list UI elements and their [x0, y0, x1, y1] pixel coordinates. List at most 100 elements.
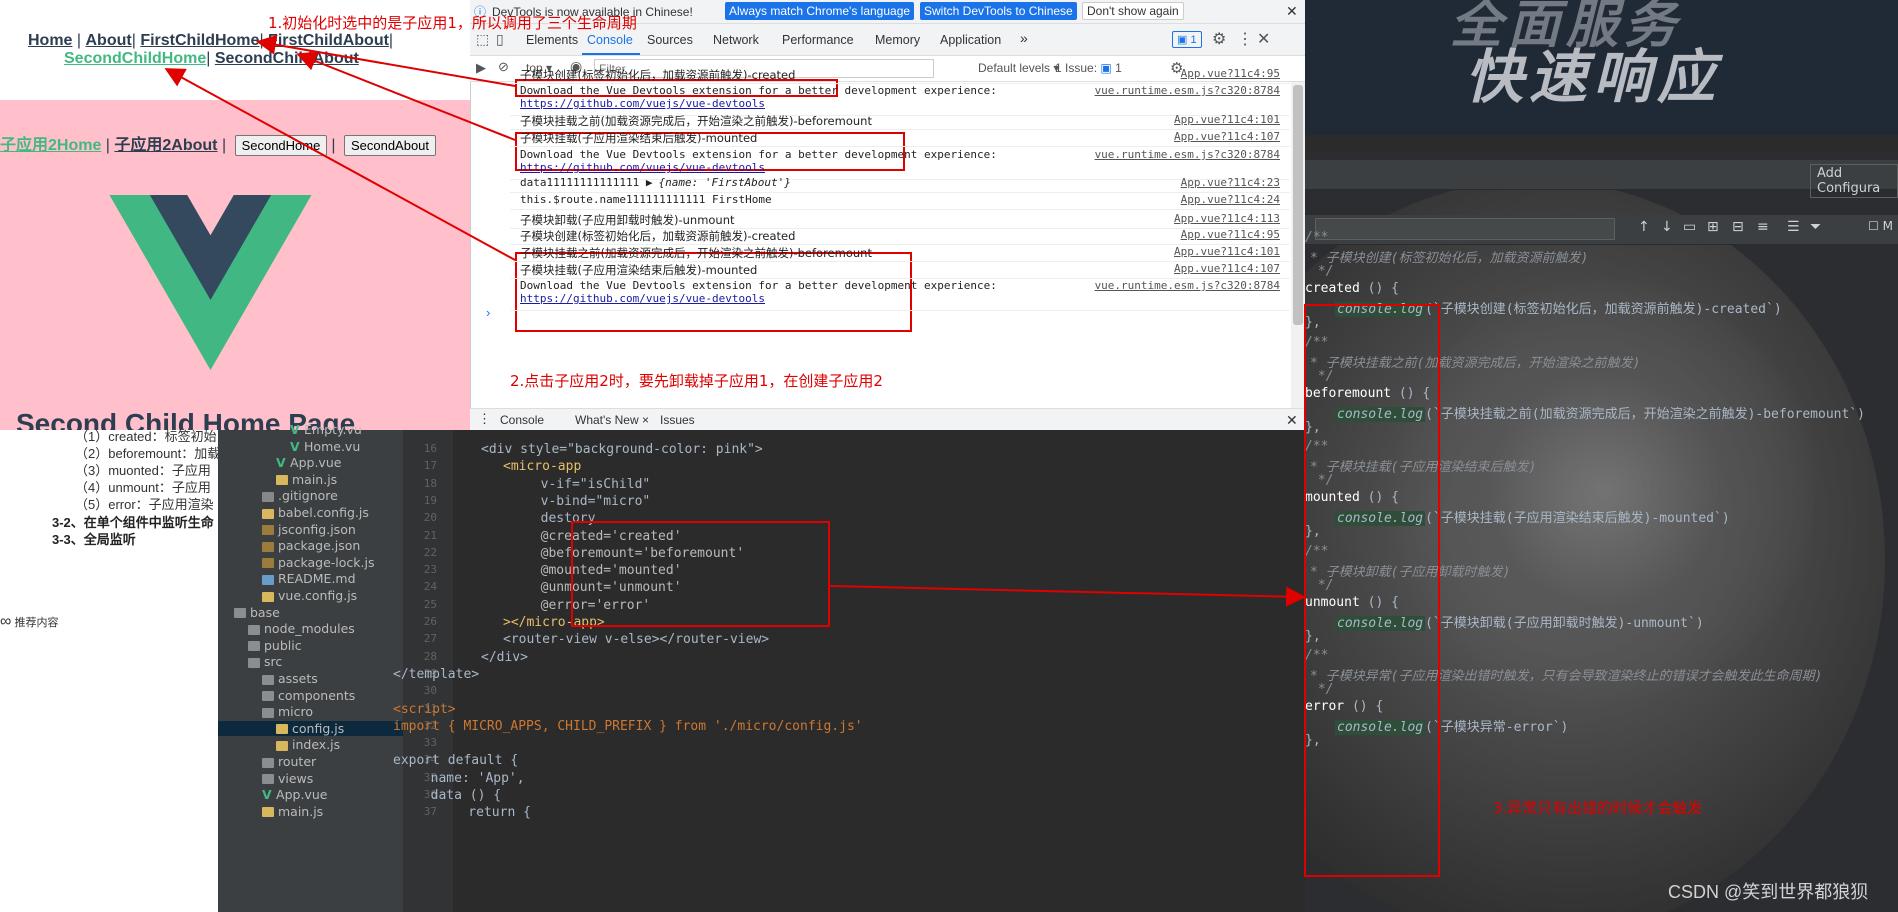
- project-tree-item[interactable]: .gitignore: [262, 488, 338, 503]
- project-tree-item[interactable]: babel.config.js: [262, 505, 369, 520]
- switch-to-chinese-button[interactable]: Switch DevTools to Chinese: [920, 2, 1077, 20]
- nav-about-link[interactable]: About: [86, 32, 132, 49]
- console-log-object[interactable]: {name: 'FirstAbout'}: [658, 176, 790, 189]
- console-log-link[interactable]: https://github.com/vuejs/vue-devtools: [520, 161, 765, 174]
- match-case-checkbox[interactable]: ☐ M: [1868, 219, 1893, 233]
- select-all-icon[interactable]: ▭: [1683, 219, 1696, 235]
- console-log-source-link[interactable]: App.vue?11c4:95: [1181, 67, 1280, 80]
- tab-performance[interactable]: Performance: [782, 33, 854, 47]
- console-log-row[interactable]: this.$route.name111111111111 FirstHome: [520, 193, 772, 206]
- messages-badge[interactable]: ▣ 1: [1172, 31, 1202, 48]
- code-line[interactable]: </div>: [481, 650, 528, 665]
- second-about-button[interactable]: SecondAbout: [343, 135, 437, 156]
- outline-item-error[interactable]: （5）error：子应用渲染: [75, 494, 214, 513]
- code-line[interactable]: <router-view v-else></router-view>: [503, 632, 769, 647]
- arrow-up-icon[interactable]: ↑: [1638, 219, 1650, 235]
- drawer-tab-whats-new[interactable]: What's New ×: [575, 413, 649, 427]
- code-line[interactable]: <div style="background-color: pink">: [481, 442, 763, 457]
- code-line[interactable]: v-bind="micro": [525, 494, 651, 509]
- console-log-row[interactable]: 子模块创建(标签初始化后，加载资源前触发)-created: [520, 67, 795, 83]
- code-line[interactable]: v-if="isChild": [525, 477, 651, 492]
- outline-heading-3-3[interactable]: 3-3、全局监听: [52, 529, 136, 548]
- nav-first-child-home-link[interactable]: FirstChildHome: [140, 32, 259, 49]
- project-tree-item[interactable]: public: [248, 638, 302, 653]
- console-log-row[interactable]: 子模块挂载之前(加载资源完成后，开始渲染之前触发)-beforemount: [520, 245, 872, 261]
- project-tree-item[interactable]: config.js: [218, 720, 403, 736]
- issues-counter[interactable]: 1 Issue: ▣ 1: [1055, 61, 1122, 75]
- console-log-row[interactable]: 子模块挂载(子应用渲染结束后触发)-mounted: [520, 130, 757, 146]
- tab-network[interactable]: Network: [713, 33, 759, 47]
- select-occurrences-icon[interactable]: ≡: [1757, 219, 1769, 235]
- nav-home-link[interactable]: Home: [28, 32, 72, 49]
- inspect-icon[interactable]: ⬚: [476, 31, 489, 48]
- arrow-down-icon[interactable]: ↓: [1661, 219, 1673, 235]
- console-log-source-link[interactable]: App.vue?11c4:23: [1181, 176, 1280, 189]
- project-tree-item[interactable]: V App.vue: [262, 787, 327, 802]
- project-tree-item[interactable]: router: [262, 754, 316, 769]
- method-signature[interactable]: created () {: [1305, 281, 1399, 296]
- add-occurrence-icon[interactable]: ⊞: [1707, 219, 1719, 235]
- child-home-link[interactable]: 子应用2Home: [0, 137, 101, 154]
- console-log-source-link[interactable]: vue.runtime.esm.js?c320:8784: [1095, 279, 1280, 292]
- console-log-row[interactable]: data11111111111111 ▶ {name: 'FirstAbout'}: [520, 176, 791, 189]
- tab-memory[interactable]: Memory: [875, 33, 920, 47]
- remove-occurrence-icon[interactable]: ⊟: [1732, 219, 1744, 235]
- always-match-language-button[interactable]: Always match Chrome's language: [725, 2, 915, 20]
- console-scroll-thumb[interactable]: [1293, 85, 1303, 325]
- code-line[interactable]: <script>: [393, 702, 456, 717]
- close-notice-icon[interactable]: ✕: [1286, 3, 1298, 20]
- console-log-source-link[interactable]: App.vue?11c4:101: [1174, 245, 1280, 258]
- project-tree-item[interactable]: V App.vue: [276, 455, 341, 470]
- add-configuration-button[interactable]: Add Configura: [1810, 164, 1898, 198]
- code-line[interactable]: import { MICRO_APPS, CHILD_PREFIX } from…: [393, 719, 863, 734]
- drawer-menu-icon[interactable]: ⋮: [478, 411, 491, 427]
- drawer-tab-issues[interactable]: Issues: [660, 413, 695, 427]
- project-tree-item[interactable]: components: [262, 688, 355, 703]
- project-tree-item[interactable]: vue.config.js: [262, 588, 357, 603]
- second-home-button[interactable]: SecondHome: [234, 135, 328, 156]
- tab-elements[interactable]: Elements: [526, 33, 578, 47]
- tab-application[interactable]: Application: [940, 33, 1001, 47]
- recommend-tab[interactable]: ∞ 推荐内容: [0, 613, 58, 631]
- console-log-source-link[interactable]: vue.runtime.esm.js?c320:8784: [1095, 84, 1280, 97]
- console-log-row[interactable]: Download the Vue Devtools extension for …: [520, 148, 997, 174]
- more-tabs-icon[interactable]: »: [1020, 30, 1028, 46]
- console-log-link[interactable]: https://github.com/vuejs/vue-devtools: [520, 292, 765, 305]
- console-log-source-link[interactable]: App.vue?11c4:107: [1174, 130, 1280, 143]
- console-log-source-link[interactable]: App.vue?11c4:107: [1174, 262, 1280, 275]
- code-line[interactable]: <micro-app: [503, 459, 581, 474]
- project-tree-item[interactable]: base: [234, 605, 280, 620]
- project-tree-item[interactable]: V Home.vu: [290, 439, 360, 454]
- code-line[interactable]: data () {: [415, 788, 501, 803]
- project-tree-item[interactable]: views: [262, 771, 313, 786]
- sidebar-toggle-icon[interactable]: ▶: [476, 60, 486, 76]
- child-about-link[interactable]: 子应用2About: [114, 137, 217, 154]
- console-log-source-link[interactable]: App.vue?11c4:24: [1181, 193, 1280, 206]
- project-tree-item[interactable]: package-lock.js: [262, 555, 374, 570]
- console-log-link[interactable]: https://github.com/vuejs/vue-devtools: [520, 97, 765, 110]
- close-drawer-icon[interactable]: ✕: [1286, 412, 1298, 429]
- project-tree-item[interactable]: index.js: [276, 737, 340, 752]
- find-input[interactable]: [1315, 218, 1615, 240]
- console-log-source-link[interactable]: App.vue?11c4:95: [1181, 228, 1280, 241]
- code-line[interactable]: </template>: [393, 667, 479, 682]
- console-log-row[interactable]: 子模块卸载(子应用卸载时触发)-unmount: [520, 212, 735, 228]
- project-tree-item[interactable]: README.md: [262, 571, 356, 586]
- project-tree-item[interactable]: jsconfig.json: [262, 522, 356, 537]
- console-log-source-link[interactable]: App.vue?11c4:101: [1174, 113, 1280, 126]
- console-log-row[interactable]: 子模块创建(标签初始化后，加载资源前触发)-created: [520, 228, 795, 244]
- project-tree-item[interactable]: package.json: [262, 538, 360, 553]
- console-log-row[interactable]: Download the Vue Devtools extension for …: [520, 279, 997, 305]
- settings-icon[interactable]: ☰: [1787, 219, 1800, 235]
- console-log-row[interactable]: 子模块挂载之前(加载资源完成后，开始渲染之前触发)-beforemount: [520, 113, 872, 129]
- project-tree-item[interactable]: assets: [262, 671, 318, 686]
- gear-icon[interactable]: ⚙: [1212, 29, 1226, 49]
- console-log-row[interactable]: Download the Vue Devtools extension for …: [520, 84, 997, 110]
- project-tree-item[interactable]: V Empty.vu: [290, 422, 362, 437]
- tab-sources[interactable]: Sources: [647, 33, 693, 47]
- project-tree-item[interactable]: main.js: [276, 472, 337, 487]
- clear-console-icon[interactable]: ⊘: [498, 59, 509, 75]
- device-toggle-icon[interactable]: ▯: [496, 31, 504, 48]
- console-log-source-link[interactable]: App.vue?11c4:113: [1174, 212, 1280, 225]
- drawer-tab-console[interactable]: Console: [500, 413, 544, 427]
